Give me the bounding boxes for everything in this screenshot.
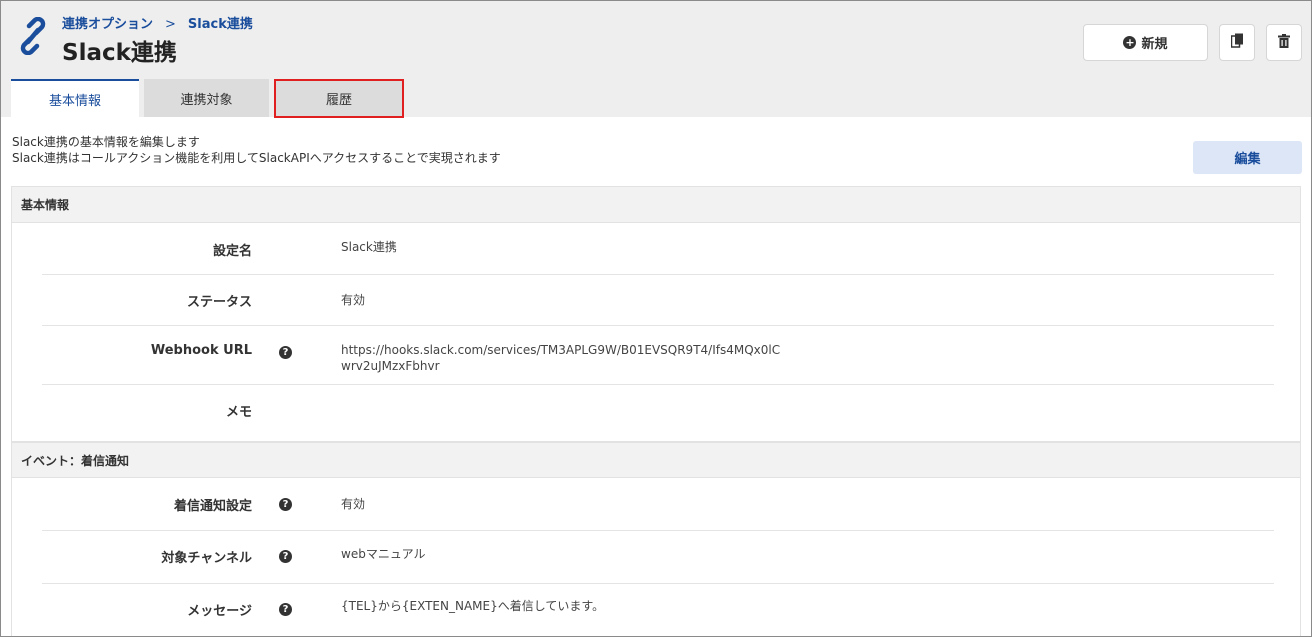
copy-button[interactable] xyxy=(1219,24,1255,61)
description-line: Slack連携はコールアクション機能を利用してSlackAPIへアクセスすること… xyxy=(12,151,501,165)
help-icon[interactable]: ? xyxy=(279,603,292,616)
field-label: メモ xyxy=(225,405,252,420)
field-row: メモ xyxy=(42,385,1274,442)
copy-icon xyxy=(1230,33,1244,52)
field-value: webマニュアル xyxy=(341,547,426,561)
field-row: 着信通知設定 ? 有効 xyxy=(42,478,1274,531)
breadcrumb-separator: > xyxy=(165,17,176,32)
tab-basic-info[interactable]: 基本情報 xyxy=(11,79,139,117)
field-value: https://hooks.slack.com/services/TM3APLG… xyxy=(341,342,780,374)
field-label: 着信通知設定 xyxy=(173,499,252,514)
delete-button[interactable] xyxy=(1266,24,1302,61)
help-icon[interactable]: ? xyxy=(279,346,292,359)
field-row: Webhook URL ? https://hooks.slack.com/se… xyxy=(42,326,1274,385)
plus-circle-icon: + xyxy=(1123,36,1137,49)
app-window: 連携オプション > Slack連携 Slack連携 + 新規 基本情報 連携対象… xyxy=(0,0,1312,637)
description-line: Slack連携の基本情報を編集します xyxy=(12,135,200,149)
breadcrumb: 連携オプション > Slack連携 xyxy=(62,13,253,32)
breadcrumb-current[interactable]: Slack連携 xyxy=(188,17,253,32)
webhook-url-line: wrv2uJMzxFbhvr xyxy=(341,359,440,373)
field-label: 対象チャンネル xyxy=(161,551,252,566)
help-icon[interactable]: ? xyxy=(279,498,292,511)
link-icon xyxy=(15,16,51,56)
page-title: Slack連携 xyxy=(62,40,177,66)
webhook-url-line: https://hooks.slack.com/services/TM3APLG… xyxy=(341,343,781,357)
edit-button[interactable]: 編集 xyxy=(1193,141,1302,174)
field-value: Slack連携 xyxy=(341,240,397,254)
section-header: イベント：着信通知 xyxy=(12,442,1300,478)
help-icon[interactable]: ? xyxy=(279,550,292,563)
field-label: メッセージ xyxy=(187,604,252,619)
field-value: 有効 xyxy=(341,497,366,511)
basic-info-panel: 基本情報 設定名 Slack連携 ステータス 有効 Webhook URL ? … xyxy=(11,186,1301,442)
field-row: ステータス 有効 xyxy=(42,275,1274,326)
page-description: Slack連携の基本情報を編集します Slack連携はコールアクション機能を利用… xyxy=(12,134,501,166)
field-row: 設定名 Slack連携 xyxy=(42,223,1274,275)
event-panel: イベント：着信通知 着信通知設定 ? 有効 対象チャンネル ? webマニュアル… xyxy=(11,442,1301,636)
field-value: {TEL}から{EXTEN_NAME}へ着信しています。 xyxy=(341,599,605,613)
field-label: Webhook URL xyxy=(150,343,252,358)
trash-icon xyxy=(1278,33,1290,52)
tab-history[interactable]: 履歴 xyxy=(274,79,404,118)
page-header: 連携オプション > Slack連携 Slack連携 + 新規 基本情報 連携対象… xyxy=(1,1,1311,118)
field-value: 有効 xyxy=(341,293,366,307)
new-button[interactable]: + 新規 xyxy=(1083,24,1208,61)
breadcrumb-parent-link[interactable]: 連携オプション xyxy=(62,17,153,32)
section-header: 基本情報 xyxy=(12,187,1300,223)
field-row: 対象チャンネル ? webマニュアル xyxy=(42,531,1274,584)
field-label: ステータス xyxy=(186,295,252,310)
tab-target[interactable]: 連携対象 xyxy=(144,79,269,117)
new-button-label: 新規 xyxy=(1141,37,1168,52)
field-row: メッセージ ? {TEL}から{EXTEN_NAME}へ着信しています。 xyxy=(42,584,1274,636)
field-label: 設定名 xyxy=(212,244,252,259)
